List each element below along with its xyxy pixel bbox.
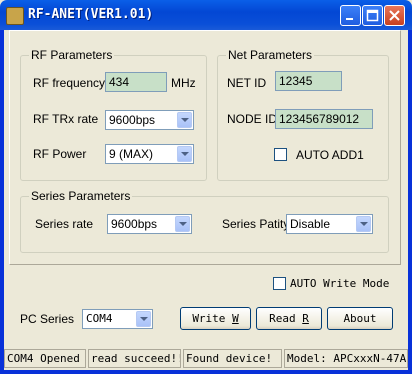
net-parameters-title: Net Parameters — [226, 48, 315, 62]
pc-series-label: PC Series — [20, 312, 75, 326]
node-id-field[interactable]: 123456789012 — [275, 109, 373, 129]
write-button[interactable]: Write W — [180, 307, 251, 330]
app-icon — [6, 7, 24, 25]
series-rate-label: Series rate — [35, 217, 94, 231]
minimize-icon — [346, 18, 353, 20]
minimize-button[interactable] — [340, 5, 361, 26]
title-bar[interactable]: RF-ANET(VER1.01) — [0, 0, 412, 30]
maximize-icon — [366, 9, 379, 22]
rf-frequency-unit: MHz — [171, 76, 196, 90]
pc-series-select[interactable]: COM4 — [82, 309, 153, 329]
status-port: COM4 Opened — [4, 349, 86, 368]
status-read: read succeed!! — [88, 349, 181, 368]
auto-add-label: AUTO ADD1 — [296, 148, 364, 162]
chevron-down-icon[interactable] — [177, 112, 192, 128]
close-button[interactable] — [384, 5, 405, 26]
chevron-down-icon[interactable] — [136, 311, 151, 327]
series-parity-value: Disable — [290, 217, 331, 231]
rf-power-select[interactable]: 9 (MAX) — [105, 144, 194, 164]
status-device: Found device! — [183, 349, 282, 368]
auto-add-checkbox[interactable] — [274, 148, 287, 161]
series-parity-label: Series Patity — [222, 217, 290, 231]
rf-power-label: RF Power — [33, 147, 87, 161]
read-button[interactable]: Read R — [256, 307, 322, 330]
window-frame-right — [408, 30, 412, 374]
window-frame-left — [0, 30, 4, 374]
auto-write-checkbox[interactable] — [273, 277, 286, 290]
rf-power-value: 9 (MAX) — [109, 147, 154, 161]
net-id-label: NET ID — [227, 76, 267, 90]
rf-frequency-field[interactable]: 434 — [105, 72, 167, 92]
series-parameters-title: Series Parameters — [29, 189, 133, 203]
chevron-down-icon[interactable] — [356, 216, 371, 232]
rf-trx-rate-value: 9600bps — [109, 113, 156, 127]
window-title: RF-ANET(VER1.01) — [28, 7, 154, 22]
rf-trx-rate-select[interactable]: 9600bps — [105, 110, 194, 130]
rf-parameters-title: RF Parameters — [29, 48, 115, 62]
chevron-down-icon[interactable] — [177, 146, 192, 162]
about-button[interactable]: About — [327, 307, 393, 330]
maximize-button[interactable] — [362, 5, 383, 26]
rf-frequency-label: RF frequency — [33, 76, 106, 90]
rf-trx-rate-label: RF TRx rate — [33, 112, 99, 126]
auto-write-label: AUTO Write Mode — [290, 277, 390, 290]
series-rate-value: 9600bps — [111, 217, 158, 231]
series-parity-select[interactable]: Disable — [286, 214, 373, 234]
chevron-down-icon[interactable] — [175, 216, 190, 232]
net-id-field[interactable]: 12345 — [275, 71, 342, 91]
status-model: Model: APCxxxN-47A — [284, 349, 408, 368]
pc-series-value: COM4 — [86, 312, 113, 325]
close-icon — [389, 10, 400, 21]
node-id-label: NODE ID — [227, 112, 278, 126]
series-rate-select[interactable]: 9600bps — [107, 214, 192, 234]
window-frame-bottom — [0, 370, 412, 374]
